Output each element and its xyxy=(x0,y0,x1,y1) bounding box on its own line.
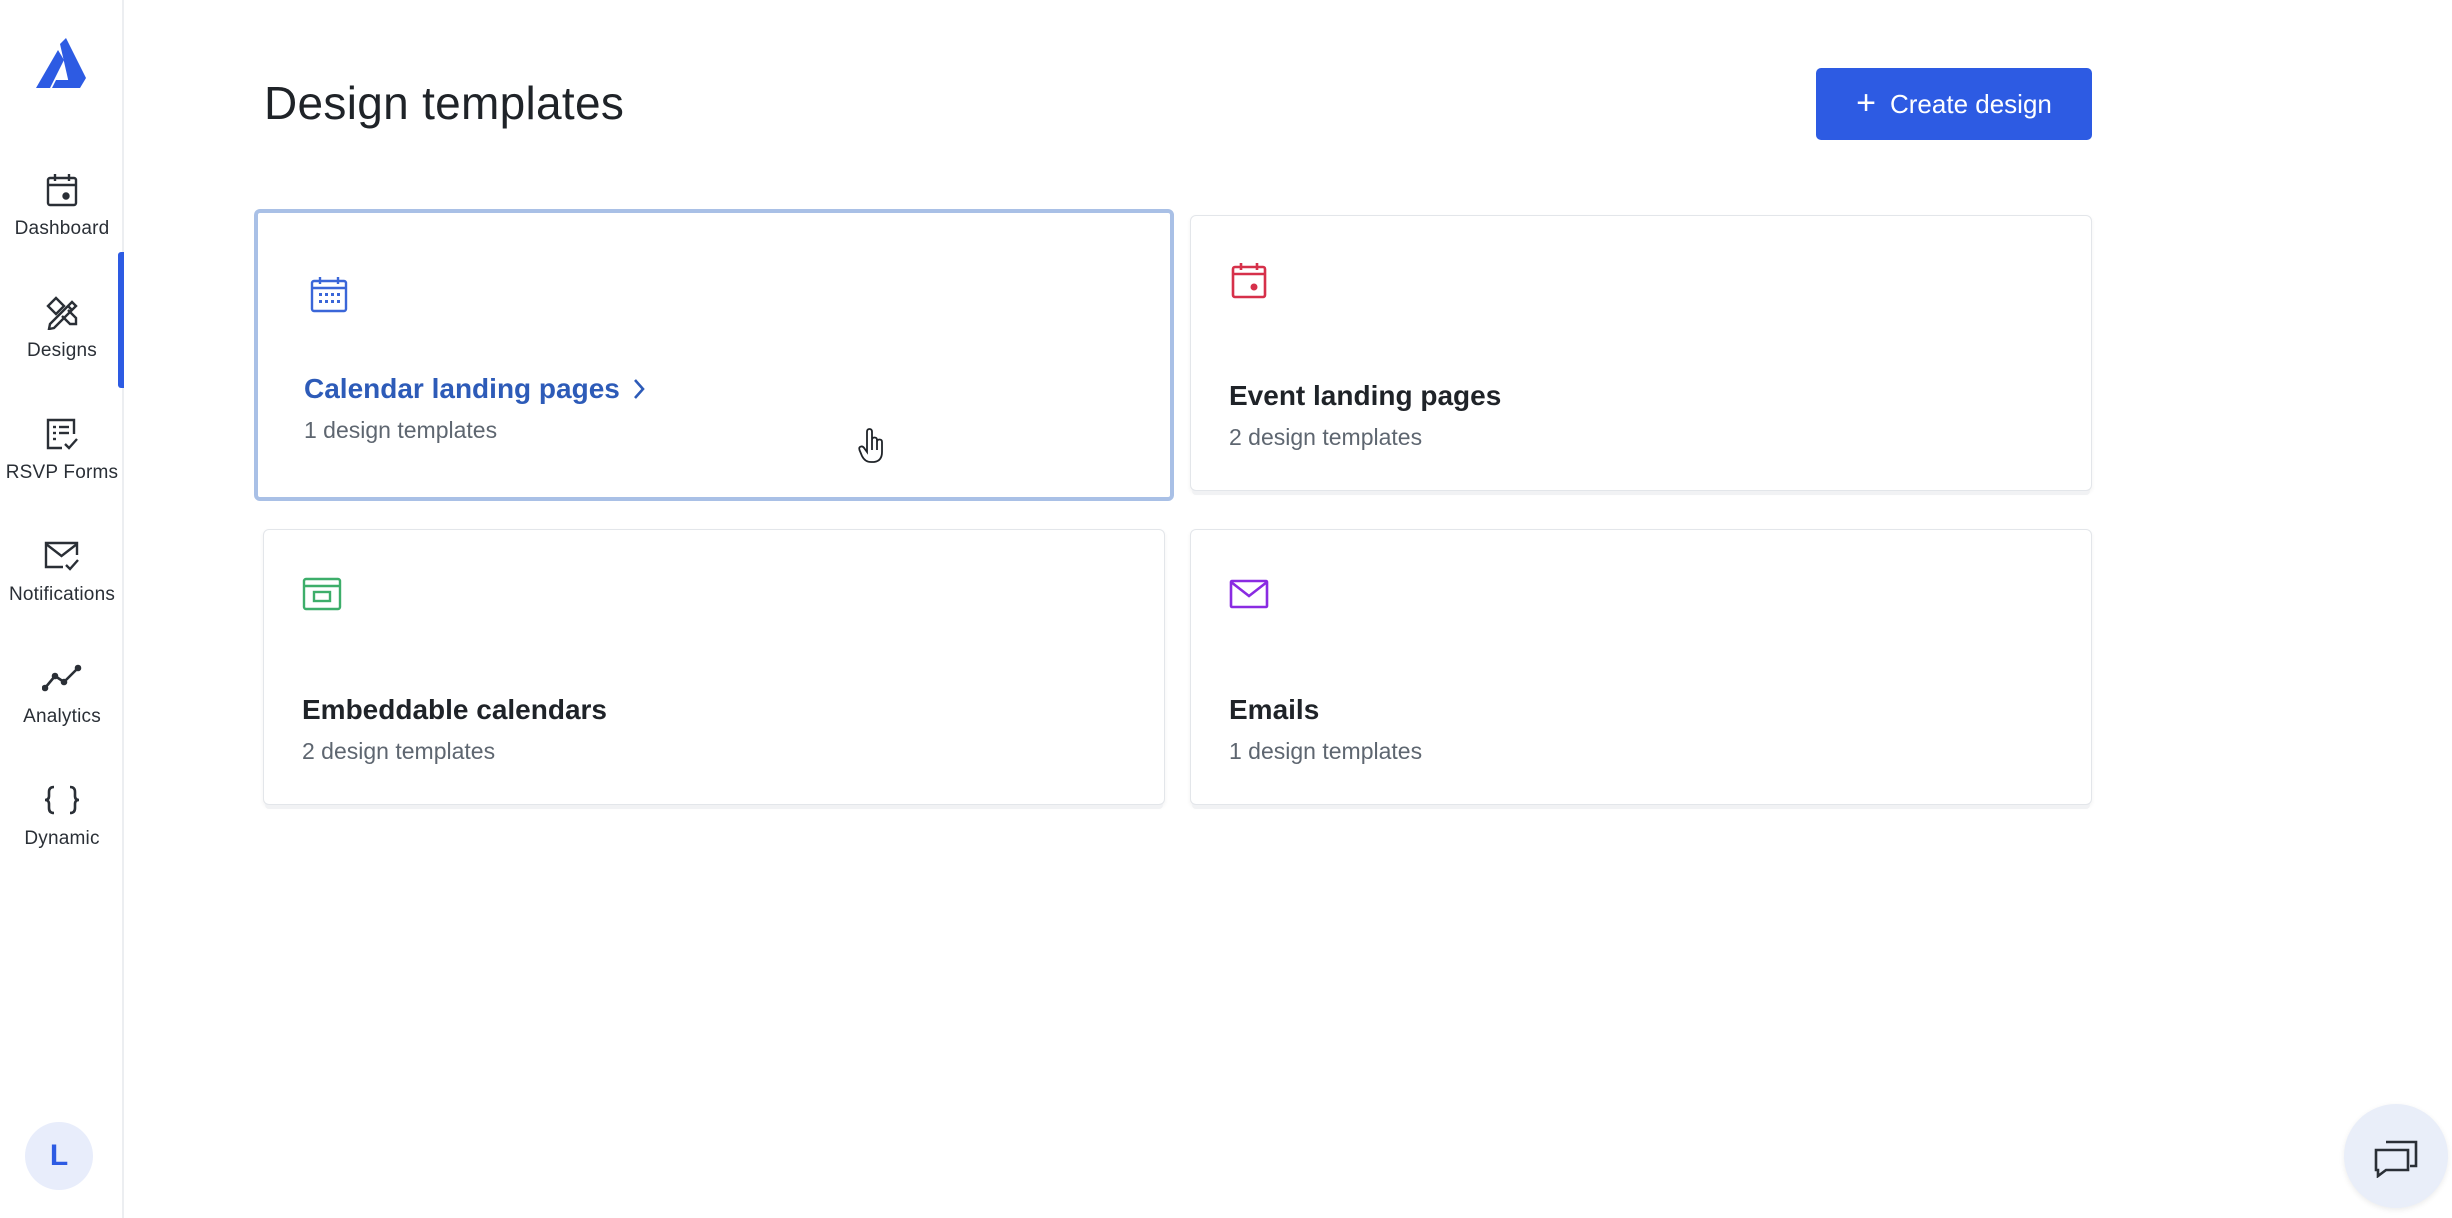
card-subtitle: 2 design templates xyxy=(302,738,496,764)
avatar[interactable]: L xyxy=(25,1122,93,1190)
form-check-icon xyxy=(42,414,82,454)
sidebar: Dashboard Designs RSVP Forms Notificatio… xyxy=(0,0,124,1218)
card-title: Calendar landing pages xyxy=(304,373,646,405)
card-title: Embeddable calendars xyxy=(302,694,608,725)
app-logo-icon[interactable] xyxy=(30,38,88,90)
envelope-icon xyxy=(1229,579,1269,609)
template-card-embeddable-calendars[interactable]: Embeddable calendars 2 design templates xyxy=(263,529,1165,805)
calendar-dot-icon xyxy=(42,170,82,210)
sidebar-item-notifications[interactable]: Notifications xyxy=(0,524,124,632)
card-subtitle: 2 design templates xyxy=(1229,424,1423,450)
card-title: Event landing pages xyxy=(1229,380,1502,411)
sidebar-item-label: RSVP Forms xyxy=(5,462,119,483)
sidebar-item-analytics[interactable]: Analytics xyxy=(0,646,124,754)
calendar-event-icon xyxy=(1231,263,1267,299)
card-title: Emails xyxy=(1229,694,1320,725)
chat-widget-button[interactable] xyxy=(2344,1104,2448,1208)
create-design-label: Create design xyxy=(1889,88,2052,119)
sidebar-item-label: Dynamic xyxy=(24,828,100,849)
sidebar-item-dynamic[interactable]: Dynamic xyxy=(0,768,124,876)
plus-icon: + xyxy=(1856,83,1876,122)
chat-bubbles-icon xyxy=(2374,1140,2418,1178)
design-tools-icon xyxy=(42,292,82,332)
active-indicator xyxy=(118,252,124,388)
hand-pointer-icon xyxy=(858,428,883,463)
card-subtitle: 1 design templates xyxy=(1229,738,1423,764)
template-card-event-landing-pages[interactable]: Event landing pages 2 design templates xyxy=(1190,215,2092,491)
template-card-emails[interactable]: Emails 1 design templates xyxy=(1190,529,2092,805)
sidebar-item-label: Designs xyxy=(26,340,98,361)
line-chart-icon xyxy=(42,658,82,698)
template-card-calendar-landing-pages[interactable]: Calendar landing pages 1 design template… xyxy=(254,209,1174,501)
card-subtitle: 1 design templates xyxy=(304,417,498,443)
envelope-check-icon xyxy=(42,536,82,576)
card-title-text: Calendar landing pages xyxy=(304,373,620,404)
calendar-grid-icon xyxy=(310,277,348,313)
sidebar-item-label: Dashboard xyxy=(14,218,110,239)
sidebar-item-rsvp-forms[interactable]: RSVP Forms xyxy=(0,402,124,510)
curly-braces-icon xyxy=(42,780,82,820)
create-design-button[interactable]: + Create design xyxy=(1816,68,2092,140)
page-title: Design templates xyxy=(264,77,625,129)
sidebar-item-dashboard[interactable]: Dashboard xyxy=(0,158,124,266)
chevron-right-icon xyxy=(633,379,645,399)
sidebar-item-label: Analytics xyxy=(23,706,101,727)
embed-window-icon xyxy=(302,577,342,611)
sidebar-item-designs[interactable]: Designs xyxy=(0,280,124,388)
sidebar-item-label: Notifications xyxy=(8,584,116,605)
